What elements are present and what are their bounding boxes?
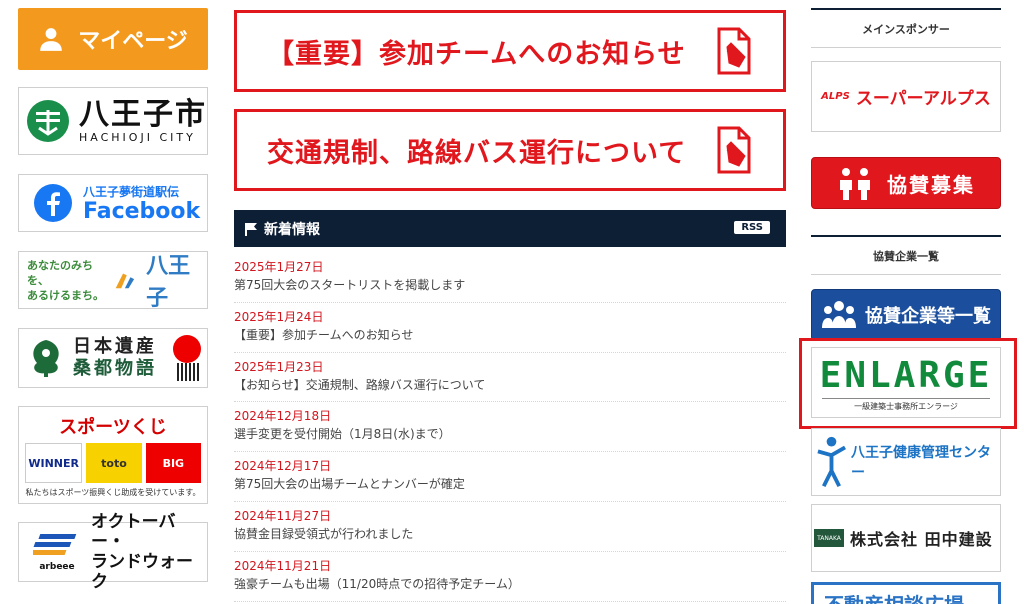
sponsor-recruit-button[interactable]: 協賛募集 — [811, 157, 1001, 209]
october-line2: ランドウォーク — [91, 552, 193, 592]
sponsor-list-button[interactable]: 協賛企業等一覧 — [811, 289, 1001, 341]
news-date: 2024年12月17日 — [234, 459, 332, 474]
news-link[interactable]: 【お知らせ】交通規制、路線バス運行について — [234, 376, 786, 394]
notice-banner-teams[interactable]: 【重要】参加チームへのお知らせ — [234, 10, 786, 92]
kenko-name: 八王子健康管理センター — [850, 445, 991, 481]
flag-icon — [245, 222, 257, 236]
news-item[interactable]: 2024年11月21日 強豪チームも出場（11/20時点での招待予定チーム） — [234, 552, 786, 602]
news-link[interactable]: 協賛金目録受領式が行われました — [234, 525, 786, 543]
news-date: 2025年1月24日 — [234, 309, 324, 324]
hachioji-city-banner[interactable]: 八王子市 HACHIOJI CITY — [18, 87, 208, 155]
mulberry-tree-icon — [33, 340, 59, 377]
notice-banner-traffic[interactable]: 交通規制、路線バス運行について — [234, 109, 786, 191]
news-title: 新着情報 — [264, 221, 320, 238]
news-item[interactable]: 2024年11月27日 協賛金目録受領式が行われました — [234, 502, 786, 552]
facebook-line1: 八王子夢街道駅伝 — [83, 184, 180, 199]
notice-label: 交通規制、路線バス運行について — [267, 137, 687, 169]
enlarge-name: ENLARGE — [819, 355, 993, 396]
news-date: 2024年12月18日 — [234, 409, 332, 424]
mypage-label: マイページ — [78, 29, 188, 54]
sports-lottery-banner[interactable]: スポーツくじ WINNER toto BIG 私たちはスポーツ振興くじ助成を受け… — [18, 406, 208, 504]
japan-heritage-banner[interactable]: 日本遺産 桑都物語 — [18, 328, 208, 388]
sponsors-list-heading: 協賛企業一覧 — [811, 235, 1001, 275]
people-icon — [840, 168, 870, 200]
news-item[interactable]: 2024年12月18日 選手変更を受付開始（1月8日(水)まで） — [234, 402, 786, 453]
barcode-icon — [177, 363, 199, 381]
news-date: 2025年1月27日 — [234, 260, 324, 274]
arbeee-brand: arbeee — [39, 562, 75, 572]
rising-sun-icon — [173, 335, 201, 363]
rss-button[interactable]: RSS — [734, 221, 770, 234]
alps-name: スーパーアルプス — [855, 89, 991, 109]
sponsor-list-label: 協賛企業等一覧 — [865, 306, 991, 327]
news-link[interactable]: 選手変更を受付開始（1月8日(水)まで） — [234, 425, 786, 443]
michi-city: 八王子 — [146, 254, 191, 311]
toto-logos: WINNER toto BIG — [25, 443, 201, 483]
left-sidebar: マイページ 八王子市 HACHIOJI CITY 八王子夢街道駅伝 Facebo… — [18, 8, 208, 592]
news-item[interactable]: 2025年1月27日 第75回大会のスタートリストを掲載します — [234, 253, 786, 303]
enlarge-sub: 一級建築士事務所エンラージ — [822, 398, 990, 412]
document-tap-icon — [717, 27, 751, 75]
toto-logo: toto — [86, 443, 142, 483]
news-link[interactable]: 【重要】参加チームへのお知らせ — [234, 326, 786, 344]
hachioji-name: 八王子市 — [79, 96, 207, 132]
group-icon — [822, 301, 856, 328]
october-line1: オクトーバー・ — [91, 512, 176, 552]
news-item[interactable]: 2025年1月24日 【重要】参加チームへのお知らせ — [234, 303, 786, 353]
facebook-line2: Facebook — [83, 198, 201, 224]
facebook-banner[interactable]: 八王子夢街道駅伝 Facebook — [18, 174, 208, 232]
big-logo: BIG — [145, 443, 201, 483]
isan-line2: 桑都物語 — [73, 358, 157, 379]
toto-title: スポーツくじ — [59, 417, 167, 438]
fudosan-sponsor-banner[interactable]: 不動産相談広場 — [811, 582, 1001, 604]
notice-label: 【重要】参加チームへのお知らせ — [267, 38, 686, 70]
news-date: 2025年1月23日 — [234, 359, 324, 374]
tanaka-mark: TANAKA — [814, 529, 844, 547]
news-header: 新着情報 RSS — [234, 210, 786, 247]
document-tap-icon — [717, 126, 751, 174]
winner-logo: WINNER — [25, 443, 83, 483]
michi-line2: あるけるまち。 — [27, 288, 104, 302]
kenko-sponsor-banner[interactable]: 八王子健康管理センター — [811, 428, 1001, 496]
hachioji-sub: HACHIOJI CITY — [79, 130, 196, 144]
main-sponsor-heading: メインスポンサー — [811, 8, 1001, 48]
michi-banner[interactable]: あなたのみちを、 あるけるまち。 八王子 — [18, 251, 208, 311]
facebook-icon — [34, 184, 72, 222]
health-figure-icon — [817, 436, 846, 488]
mypage-button[interactable]: マイページ — [18, 8, 208, 70]
walking-shoe-icon — [115, 273, 135, 289]
news-link[interactable]: 第75回大会のスタートリストを掲載します — [234, 276, 786, 294]
alps-mark: ALPS — [821, 91, 850, 102]
news-item[interactable]: 2025年1月23日 【お知らせ】交通規制、路線バス運行について — [234, 353, 786, 403]
news-link[interactable]: 第75回大会の出場チームとナンバーが確定 — [234, 475, 786, 493]
tanaka-name: 株式会社 田中建設 — [850, 530, 993, 549]
sponsor-recruit-label: 協賛募集 — [887, 172, 975, 197]
fudosan-name: 不動産相談広場 — [824, 589, 998, 604]
news-item[interactable]: 2024年12月17日 第75回大会の出場チームとナンバーが確定 — [234, 452, 786, 502]
toto-note: 私たちはスポーツ振興くじ助成を受けています。 — [25, 488, 201, 497]
michi-line1: あなたのみちを、 — [27, 258, 93, 287]
news-list: 2025年1月27日 第75回大会のスタートリストを掲載します 2025年1月2… — [234, 253, 786, 602]
tanaka-sponsor-banner[interactable]: TANAKA 株式会社 田中建設 — [811, 504, 1001, 572]
enlarge-sponsor-banner[interactable]: ENLARGE 一級建築士事務所エンラージ — [811, 347, 1001, 418]
alps-sponsor-banner[interactable]: ALPS スーパーアルプス — [811, 61, 1001, 132]
user-icon — [40, 28, 63, 51]
news-date: 2024年11月21日 — [234, 558, 332, 573]
news-link[interactable]: 強豪チームも出場（11/20時点での招待予定チーム） — [234, 575, 786, 593]
news-date: 2024年11月27日 — [234, 508, 332, 523]
october-landwalk-banner[interactable]: arbeee オクトーバー・ ランドウォーク — [18, 512, 208, 592]
isan-line1: 日本遺産 — [73, 336, 157, 357]
hachioji-seal-icon — [27, 100, 69, 142]
